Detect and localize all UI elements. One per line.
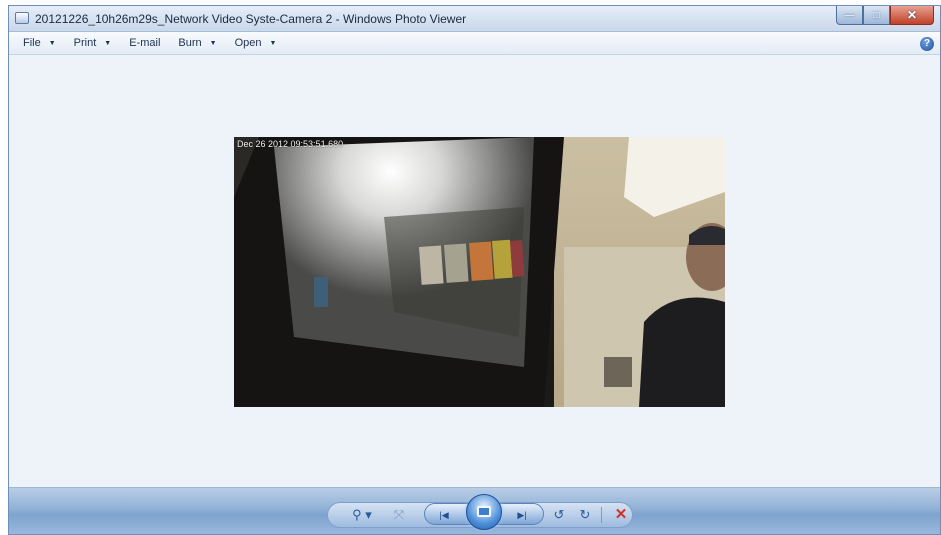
chevron-down-icon: ▼ xyxy=(48,39,56,47)
slideshow-button[interactable] xyxy=(466,494,502,530)
camera-frame-image xyxy=(234,137,725,407)
menu-open[interactable]: Open ▼ xyxy=(235,37,277,49)
photo-viewer-window: 20121226_10h26m29s_Network Video Syste-C… xyxy=(8,5,941,535)
next-icon[interactable]: ▶| xyxy=(509,505,535,525)
title-bar[interactable]: 20121226_10h26m29s_Network Video Syste-C… xyxy=(9,6,940,32)
photo-timestamp: Dec 26 2012 09:53:51.680 xyxy=(237,139,344,149)
menu-burn[interactable]: Burn ▼ xyxy=(178,37,216,49)
menu-burn-label: Burn xyxy=(178,37,202,49)
menu-bar: File ▼ Print ▼ E-mail Burn ▼ Open ▼ xyxy=(9,32,940,55)
menu-file[interactable]: File ▼ xyxy=(23,37,56,49)
menu-print-label: Print xyxy=(73,37,97,49)
toolbar-divider xyxy=(601,507,602,523)
chevron-down-icon: ▼ xyxy=(209,39,217,47)
help-icon[interactable]: ? xyxy=(920,37,934,51)
window-title: 20121226_10h26m29s_Network Video Syste-C… xyxy=(35,12,467,26)
menu-file-label: File xyxy=(23,37,41,49)
chevron-down-icon: ▼ xyxy=(269,39,277,47)
minimize-button[interactable]: — xyxy=(836,6,863,25)
slideshow-icon xyxy=(477,506,491,517)
menu-email[interactable]: E-mail xyxy=(129,37,160,49)
viewer-toolbar: ⚲ ▾ ⤧ |◀ ▶| ↺ ↻ ✕ xyxy=(9,487,940,534)
app-icon[interactable] xyxy=(15,12,29,24)
rotate-clockwise-icon[interactable]: ↻ xyxy=(576,505,594,525)
close-button[interactable]: ✕ xyxy=(890,6,934,25)
chevron-down-icon: ▼ xyxy=(104,39,112,47)
image-viewport: Dec 26 2012 09:53:51.680 xyxy=(9,55,940,487)
menu-print[interactable]: Print ▼ xyxy=(74,37,112,49)
rotate-counterclockwise-icon[interactable]: ↺ xyxy=(550,505,568,525)
previous-icon[interactable]: |◀ xyxy=(431,505,457,525)
zoom-icon[interactable]: ⚲ ▾ xyxy=(348,505,376,525)
actual-size-icon[interactable]: ⤧ xyxy=(390,505,408,525)
menu-email-label: E-mail xyxy=(129,37,161,49)
displayed-photo: Dec 26 2012 09:53:51.680 xyxy=(234,137,725,407)
menu-open-label: Open xyxy=(234,37,262,49)
delete-icon[interactable]: ✕ xyxy=(611,505,631,525)
maximize-button[interactable]: □ xyxy=(863,6,890,25)
window-controls: — □ ✕ xyxy=(836,6,934,26)
